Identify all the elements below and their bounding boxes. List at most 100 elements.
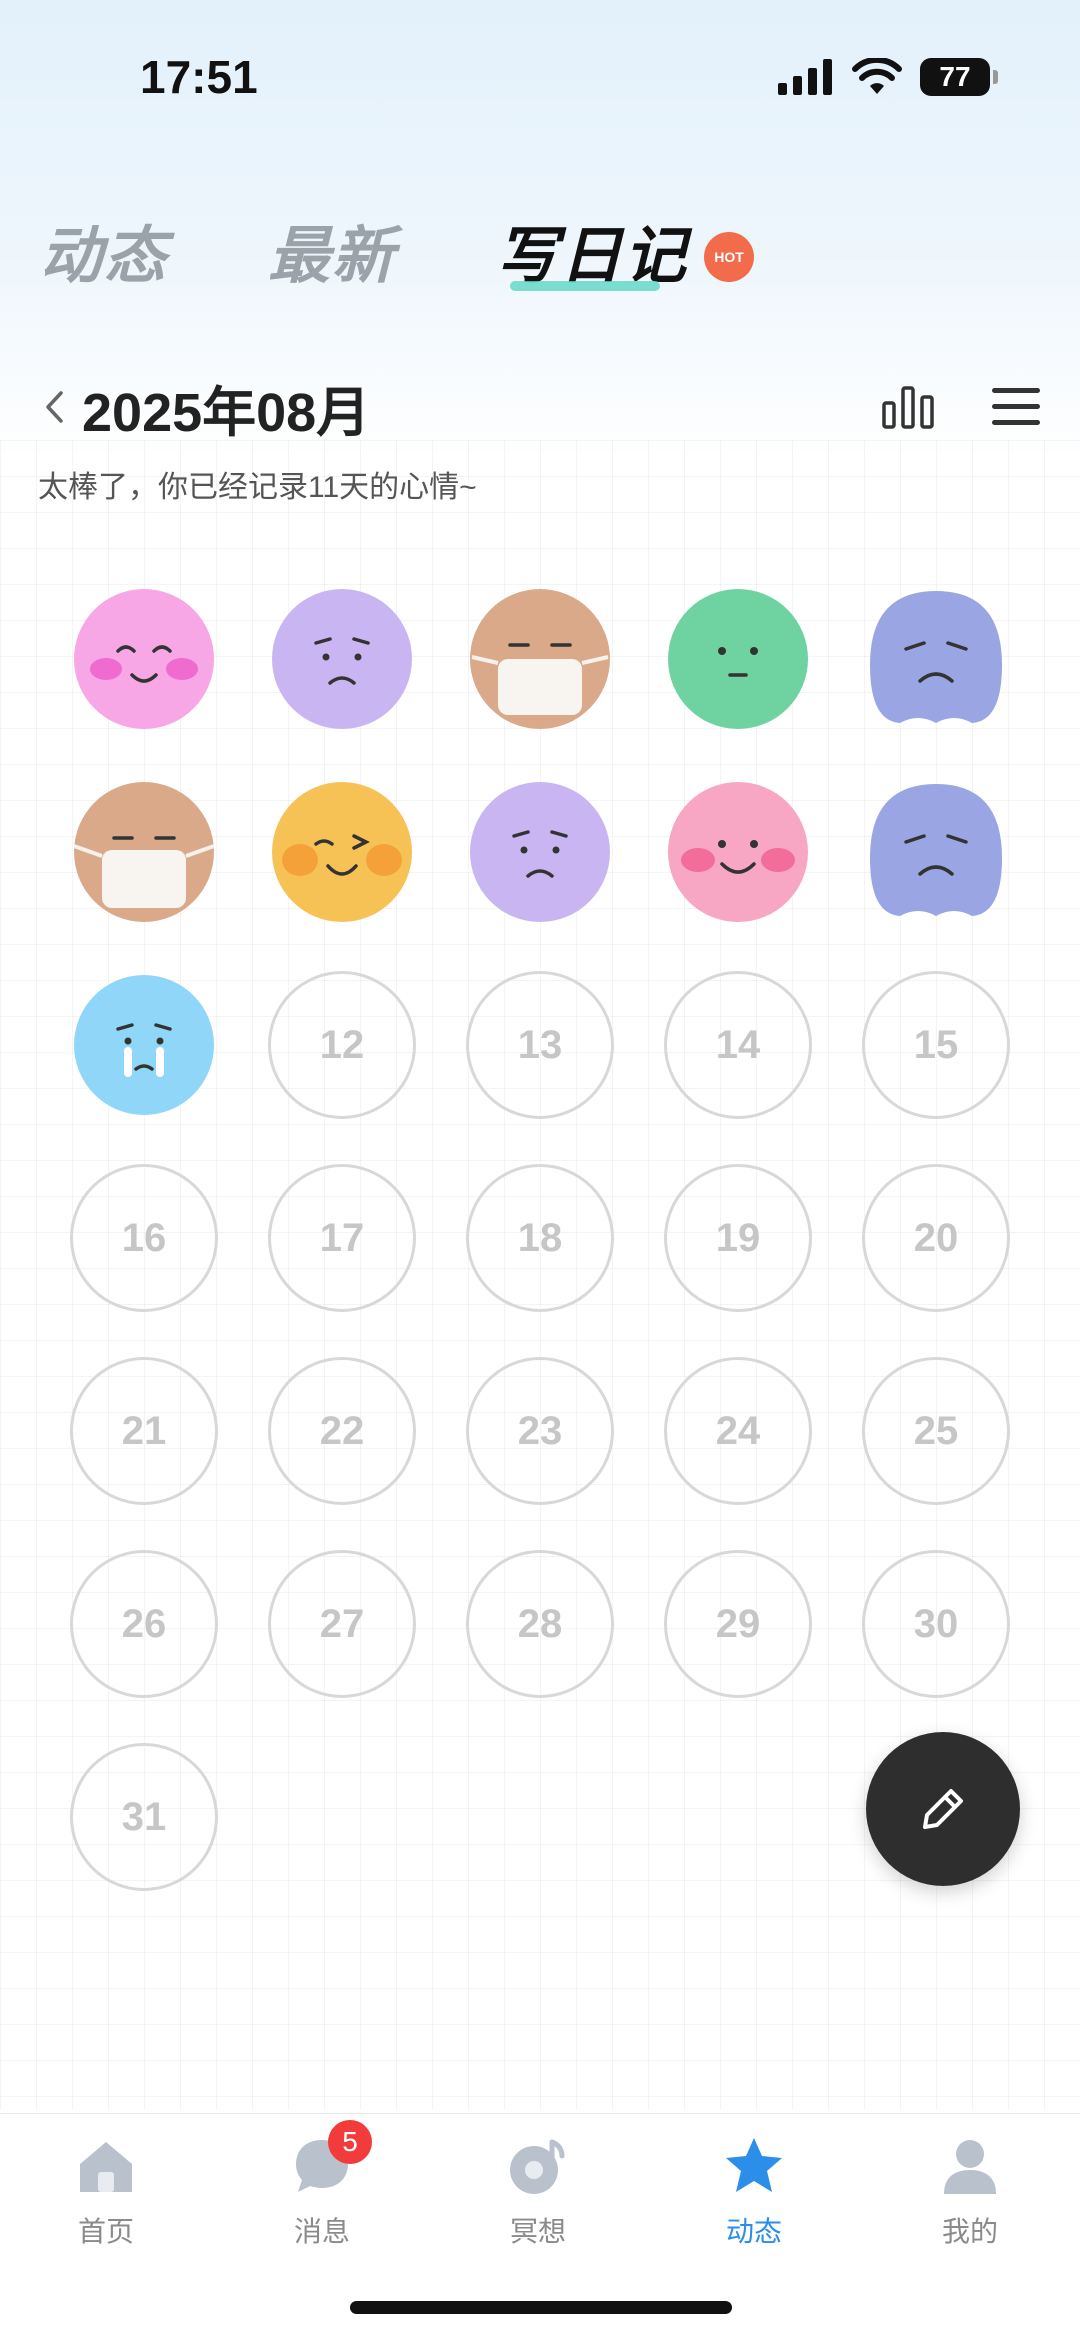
star-icon (726, 2138, 782, 2192)
nav-home[interactable]: 首页 (36, 2134, 176, 2250)
home-indicator (350, 2301, 732, 2314)
menu-icon (992, 388, 1040, 425)
calendar-day[interactable]: 28 (466, 1550, 614, 1698)
nav-profile[interactable]: 我的 (900, 2134, 1040, 2250)
top-tabs: 动态 最新 写日记 HOT (40, 205, 755, 295)
nav-messages[interactable]: 5 消息 (252, 2120, 392, 2250)
day-number: 26 (70, 1550, 218, 1698)
write-diary-fab[interactable] (866, 1732, 1020, 1886)
hot-badge: HOT (704, 232, 755, 282)
bar-chart-icon (882, 386, 934, 429)
tab-write-diary[interactable]: 写日记 (496, 205, 688, 295)
worried-face-icon (470, 782, 610, 922)
message-icon-wrap: 5 (290, 2120, 372, 2198)
wink-face-icon (272, 782, 412, 922)
calendar-day[interactable]: 27 (268, 1550, 416, 1698)
calendar-day[interactable]: 17 (268, 1164, 416, 1312)
calendar-day[interactable]: 15 (862, 971, 1010, 1119)
mood-day-10[interactable] (862, 778, 1010, 926)
tab-dynamic[interactable]: 动态 (40, 205, 168, 295)
sad-face-icon (870, 784, 1002, 916)
back-button[interactable] (36, 382, 72, 432)
calendar-day[interactable]: 26 (70, 1550, 218, 1698)
mask-face-icon (470, 589, 610, 729)
crying-face-icon (74, 975, 214, 1115)
day-number: 21 (70, 1357, 218, 1505)
tab-latest[interactable]: 最新 (268, 205, 396, 295)
nav-meditation[interactable]: 冥想 (468, 2134, 608, 2250)
day-number: 20 (862, 1164, 1010, 1312)
day-number: 25 (862, 1357, 1010, 1505)
nav-dynamic[interactable]: 动态 (684, 2134, 824, 2250)
day-number: 14 (664, 971, 812, 1119)
day-number: 18 (466, 1164, 614, 1312)
calendar-day[interactable]: 25 (862, 1357, 1010, 1505)
day-number: 31 (70, 1743, 218, 1891)
month-header: 2025年08月 (36, 372, 1046, 443)
day-number: 13 (466, 971, 614, 1119)
battery-indicator: 77 (920, 58, 998, 96)
header-actions (878, 377, 1046, 437)
mood-day-1[interactable] (70, 585, 218, 733)
stats-button[interactable] (878, 377, 938, 437)
day-number: 28 (466, 1550, 614, 1698)
calendar-day[interactable]: 16 (70, 1164, 218, 1312)
profile-icon (944, 2140, 996, 2194)
mood-day-7[interactable] (268, 778, 416, 926)
calendar-day[interactable]: 23 (466, 1357, 614, 1505)
mood-day-9[interactable] (664, 778, 812, 926)
nav-meditation-label: 冥想 (509, 2216, 566, 2247)
mood-day-5[interactable] (862, 585, 1010, 733)
status-bar: 17:51 77 (0, 0, 1080, 160)
calendar-day[interactable]: 30 (862, 1550, 1010, 1698)
day-number: 23 (466, 1357, 614, 1505)
status-time: 17:51 (140, 51, 258, 103)
calendar-day[interactable]: 12 (268, 971, 416, 1119)
mask-face-icon (73, 782, 215, 922)
calendar-day[interactable]: 18 (466, 1164, 614, 1312)
unread-badge: 5 (328, 2120, 372, 2164)
record-summary: 太棒了，你已经记录11天的心情~ (38, 471, 477, 504)
sad-face-icon (870, 591, 1002, 723)
nav-profile-label: 我的 (941, 2216, 998, 2247)
mood-day-8[interactable] (466, 778, 614, 926)
wifi-icon (852, 58, 902, 94)
neutral-face-icon (668, 589, 808, 729)
meditation-icon (510, 2139, 565, 2194)
smile-blush-face-icon (668, 782, 808, 922)
day-number: 16 (70, 1164, 218, 1312)
status-icons: 77 (778, 58, 998, 96)
calendar-day[interactable]: 20 (862, 1164, 1010, 1312)
pencil-icon (923, 1789, 963, 1829)
day-number: 15 (862, 971, 1010, 1119)
calendar-day[interactable]: 13 (466, 971, 614, 1119)
month-title: 2025年08月 (82, 382, 371, 443)
day-number: 29 (664, 1550, 812, 1698)
happy-blush-face-icon (74, 589, 214, 729)
day-number: 19 (664, 1164, 812, 1312)
day-number: 12 (268, 971, 416, 1119)
mood-day-11[interactable] (70, 971, 218, 1119)
worried-face-icon (272, 589, 412, 729)
calendar-day[interactable]: 24 (664, 1357, 812, 1505)
mood-day-2[interactable] (268, 585, 416, 733)
calendar-day[interactable]: 14 (664, 971, 812, 1119)
day-number: 22 (268, 1357, 416, 1505)
calendar-day[interactable]: 22 (268, 1357, 416, 1505)
calendar-day[interactable]: 31 (70, 1743, 218, 1891)
nav-messages-label: 消息 (293, 2216, 350, 2247)
menu-button[interactable] (986, 377, 1046, 437)
signal-icon (778, 59, 832, 95)
nav-dynamic-label: 动态 (725, 2216, 782, 2247)
chevron-left-icon (46, 391, 63, 423)
day-number: 30 (862, 1550, 1010, 1698)
mood-day-3[interactable] (466, 585, 614, 733)
day-number: 27 (268, 1550, 416, 1698)
calendar-day[interactable]: 19 (664, 1164, 812, 1312)
nav-home-label: 首页 (77, 2216, 134, 2247)
mood-day-6[interactable] (70, 778, 218, 926)
calendar-day[interactable]: 29 (664, 1550, 812, 1698)
mood-day-4[interactable] (664, 585, 812, 733)
calendar-day[interactable]: 21 (70, 1357, 218, 1505)
day-number: 17 (268, 1164, 416, 1312)
